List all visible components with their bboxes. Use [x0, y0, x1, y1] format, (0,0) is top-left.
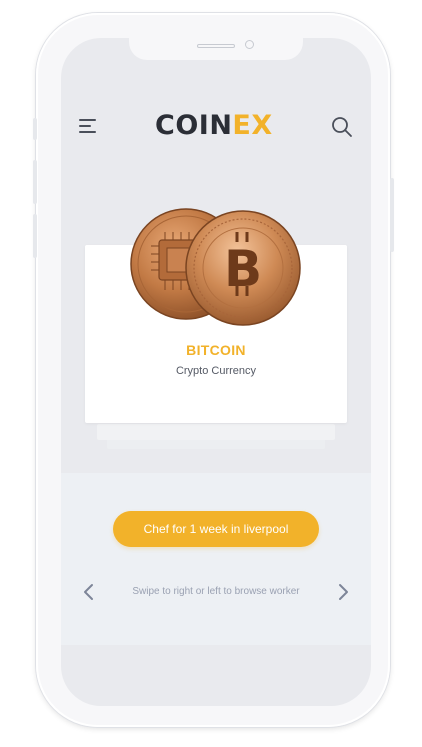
app-logo: COINEX [155, 110, 273, 141]
app-header: COINEX [61, 108, 371, 144]
phone-notch [129, 38, 303, 60]
card-stack-middle [97, 424, 335, 440]
phone-power-button [390, 178, 394, 252]
phone-side-button [33, 118, 37, 140]
bitcoin-coins-image: B [130, 208, 301, 326]
hamburger-menu-icon[interactable] [79, 118, 99, 134]
logo-accent-text: EX [232, 110, 273, 141]
phone-screen: COINEX B BITCOIN Crypto Currency Chef fo… [61, 38, 371, 706]
coin-subtitle: Crypto Currency [175, 365, 257, 377]
chevron-left-icon[interactable] [81, 582, 97, 602]
swipe-hint: Swipe to right or left to browse worker [132, 586, 300, 597]
svg-text:B: B [224, 240, 262, 298]
front-camera [245, 40, 254, 49]
phone-volume-up-button [33, 160, 37, 204]
coin-name: BITCOIN [186, 342, 246, 358]
phone-volume-down-button [33, 214, 37, 258]
chevron-right-icon[interactable] [335, 582, 351, 602]
action-panel: Chef for 1 week in liverpool Swipe to ri… [61, 473, 371, 645]
search-icon[interactable] [331, 116, 353, 138]
logo-text: COIN [155, 110, 233, 141]
cta-button[interactable]: Chef for 1 week in liverpool [113, 511, 319, 547]
speaker-grille [197, 44, 235, 48]
